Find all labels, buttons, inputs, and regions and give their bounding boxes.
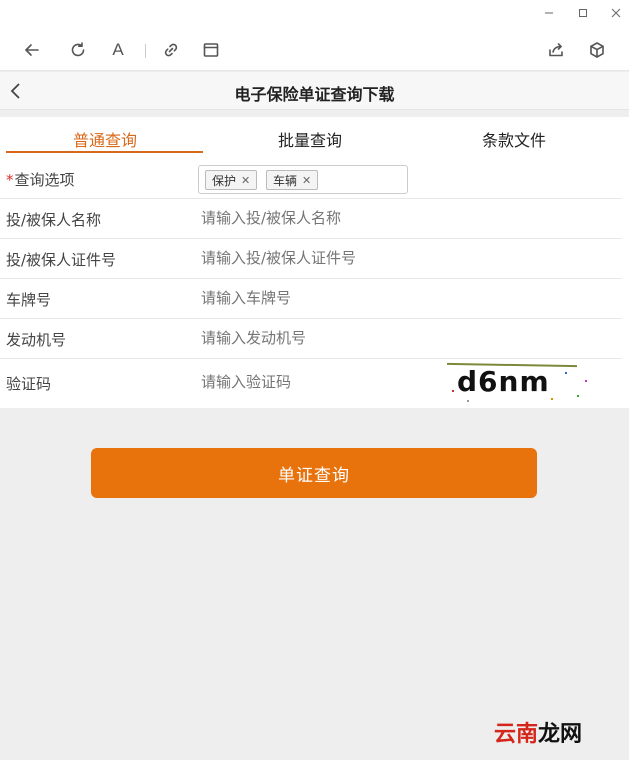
option-chip: 车辆 ✕ [266,170,319,190]
query-options-row: *查询选项 保护 ✕ 车辆 ✕ [0,159,622,199]
page-title: 电子保险单证查询下载 [234,85,395,104]
tab-clause-files[interactable]: 条款文件 [482,127,546,151]
captcha-row: 验证码 d6nm [0,359,622,408]
engine-label: 发动机号 [6,331,67,349]
option-chip-label: 保护 [212,173,237,188]
font-icon[interactable]: A [106,38,130,62]
query-form: 普通查询 批量查询 条款文件 *查询选项 保护 ✕ 车辆 ✕ 投/被保人名称 投… [0,117,629,408]
captcha-code: d6nm [457,365,550,398]
toolbar-divider [145,44,146,58]
query-options-label-text: 查询选项 [14,171,75,189]
plate-row: 车牌号 [0,279,622,319]
engine-row: 发动机号 [0,319,622,359]
captcha-label: 验证码 [6,375,52,393]
option-chip: 保护 ✕ [205,170,258,190]
tab-normal-query[interactable]: 普通查询 [73,127,137,151]
query-submit-button[interactable]: 单证查询 [91,448,537,498]
link-icon[interactable] [159,38,183,62]
page-header: 电子保险单证查询下载 [0,72,629,110]
tab-batch-query[interactable]: 批量查询 [278,127,342,151]
close-icon[interactable] [606,4,626,22]
insured-id-row: 投/被保人证件号 [0,239,622,279]
back-arrow-icon[interactable] [20,38,44,62]
maximize-icon[interactable] [573,4,593,22]
font-label: A [112,40,124,59]
query-options-label: *查询选项 [6,169,75,190]
watermark-logo: 云南龙网 [494,716,582,748]
watermark-part2: 龙网 [538,722,583,747]
share-icon[interactable] [544,38,568,62]
captcha-noise [551,398,553,400]
captcha-noise [585,380,587,382]
insured-id-input[interactable] [201,249,441,267]
engine-input[interactable] [201,329,441,347]
captcha-noise [577,395,579,397]
minimize-icon[interactable] [539,4,559,22]
window-title-bar [0,0,629,28]
window-icon[interactable] [199,38,223,62]
insured-name-input[interactable] [201,209,441,227]
plate-input[interactable] [201,289,441,307]
browser-toolbar: A [0,28,629,71]
plate-label: 车牌号 [6,291,52,309]
cube-icon[interactable] [585,38,609,62]
captcha-noise [565,372,567,374]
query-options-select[interactable]: 保护 ✕ 车辆 ✕ [198,165,408,194]
captcha-input[interactable] [201,373,431,391]
remove-chip-icon[interactable]: ✕ [241,174,250,187]
captcha-noise [452,390,454,392]
active-tab-indicator [6,151,203,153]
insured-name-label: 投/被保人名称 [6,211,102,229]
captcha-image[interactable]: d6nm [447,360,594,404]
remove-chip-icon[interactable]: ✕ [302,174,311,187]
captcha-noise [467,400,469,402]
required-mark: * [6,171,14,189]
insured-id-label: 投/被保人证件号 [6,251,117,269]
query-tabs: 普通查询 批量查询 条款文件 [0,117,629,157]
option-chip-label: 车辆 [273,173,298,188]
watermark-part1: 云南 [494,722,539,747]
insured-name-row: 投/被保人名称 [0,199,622,239]
refresh-icon[interactable] [66,38,90,62]
